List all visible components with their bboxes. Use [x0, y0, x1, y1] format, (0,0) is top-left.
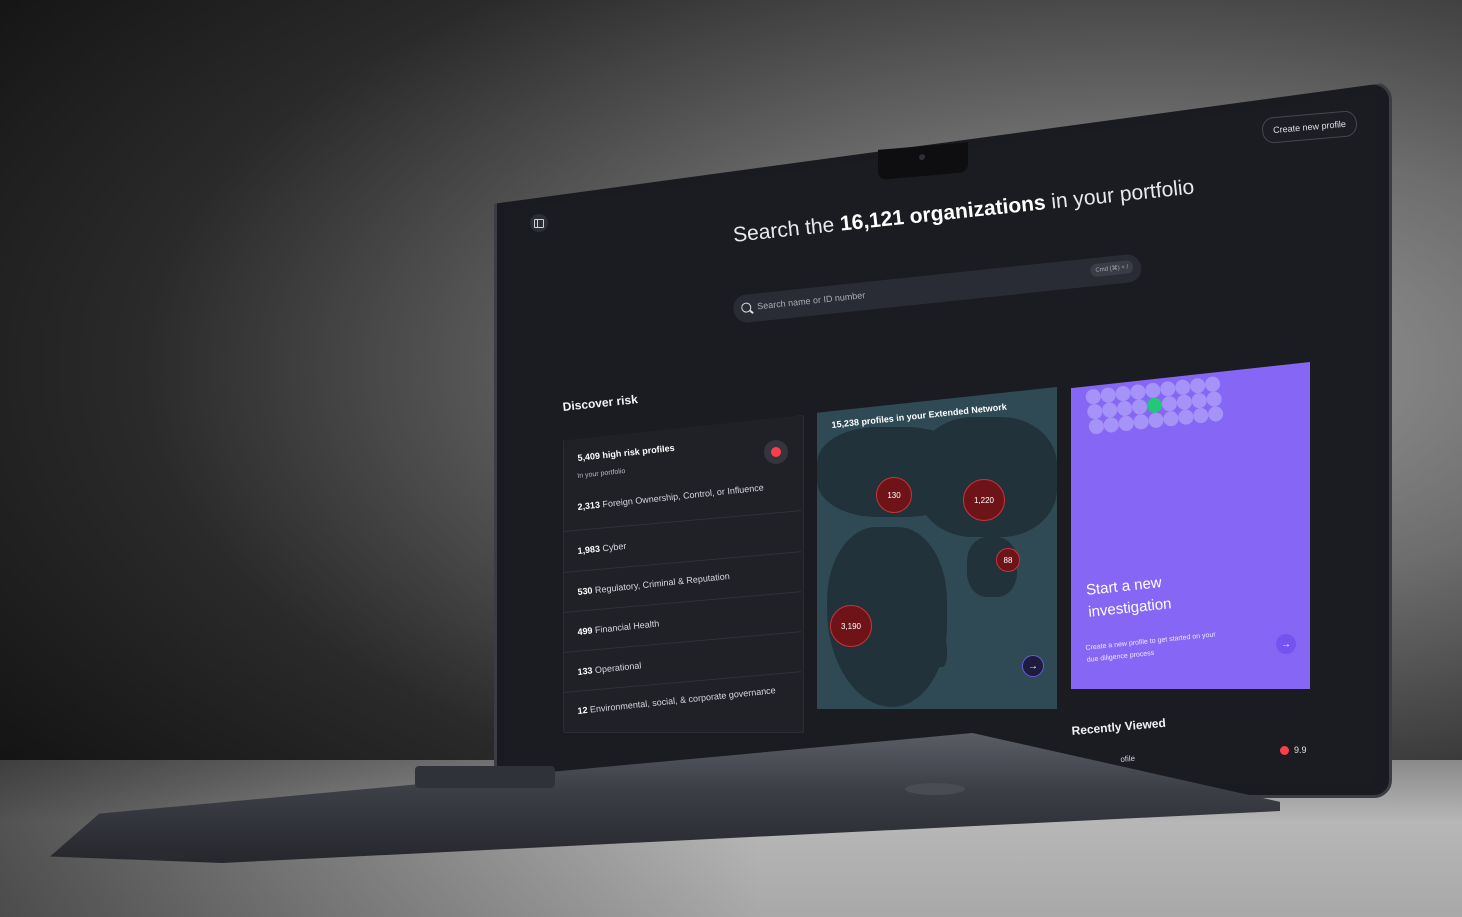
recent-item-score: 9.9: [1280, 745, 1307, 755]
map-bubble-india[interactable]: 88: [996, 548, 1020, 572]
map-bubble-europe[interactable]: 130: [876, 477, 912, 513]
map-bubble-africa[interactable]: 3,190: [830, 605, 872, 647]
map-bubble-asia[interactable]: 1,220: [963, 479, 1005, 521]
red-risk-dot-icon: [1280, 745, 1289, 755]
landmass-madagascar: [935, 637, 947, 667]
search-placeholder: Search name or ID number: [756, 290, 866, 312]
map-arrow-button[interactable]: →: [1022, 655, 1044, 677]
laptop-foot: [905, 783, 965, 795]
sidebar-toggle-button[interactable]: [530, 214, 548, 232]
risk-status-badge: [764, 440, 788, 464]
recent-item-label[interactable]: ofile: [1120, 754, 1135, 764]
arrow-right-icon: →: [1028, 660, 1038, 672]
sidebar-icon: [534, 218, 544, 228]
keyboard-shortcut-badge: Cmd (⌘) + /: [1089, 259, 1134, 278]
red-alert-icon: [771, 447, 781, 457]
laptop-foot: [128, 848, 188, 860]
laptop-hinge: [415, 766, 555, 788]
extended-network-map[interactable]: [817, 387, 1057, 709]
start-investigation-button[interactable]: →: [1276, 634, 1296, 654]
arrow-right-icon: →: [1281, 638, 1291, 650]
camera-icon: [919, 153, 925, 161]
search-icon: [740, 302, 752, 314]
